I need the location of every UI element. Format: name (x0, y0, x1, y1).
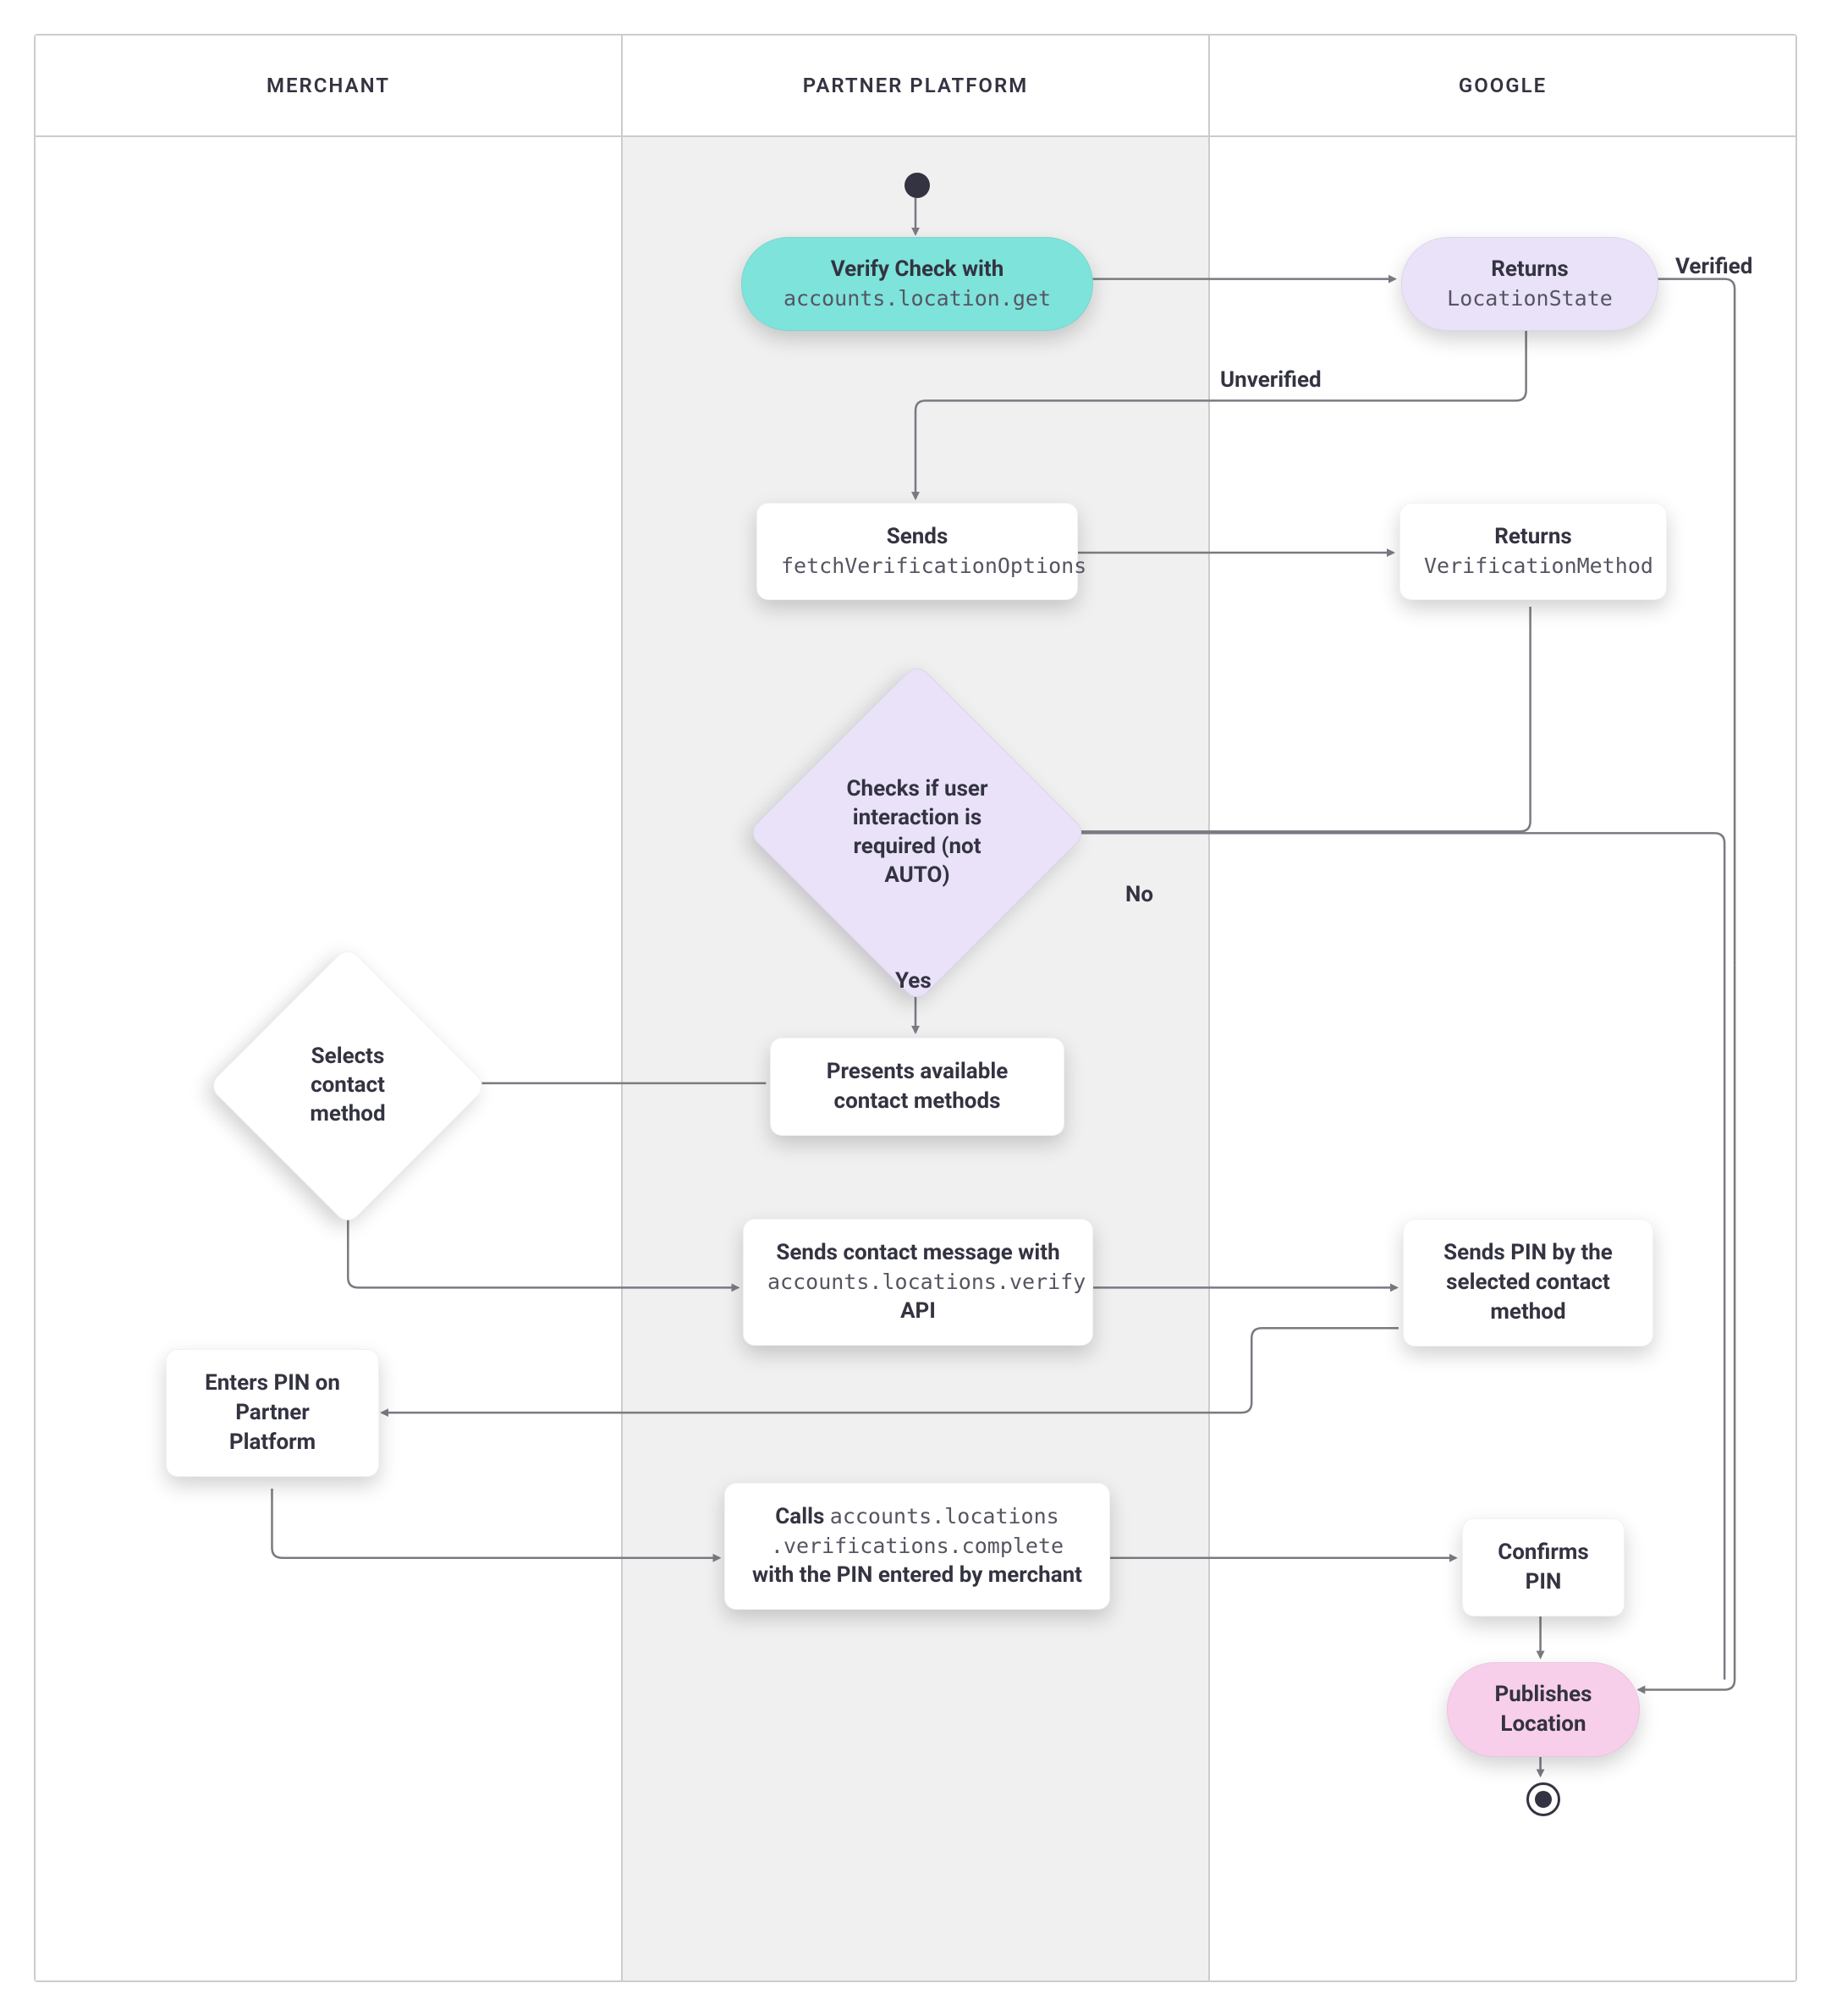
node-presents-methods: Presents available contact methods (770, 1038, 1064, 1136)
swimlane-diagram: MERCHANT PARTNER PLATFORM GOOGLE (34, 34, 1797, 1982)
edge-label-verified: Verified (1675, 254, 1752, 279)
edge-label-yes: Yes (895, 968, 932, 994)
lane-header-google: GOOGLE (1210, 36, 1795, 135)
header-row: MERCHANT PARTNER PLATFORM GOOGLE (36, 36, 1795, 137)
text-mono: accounts.location.get (779, 284, 1055, 313)
start-node (905, 173, 930, 198)
node-sends-pin: Sends PIN by the selected contact method (1403, 1219, 1653, 1347)
text: Enters PIN on Partner Platform (190, 1369, 355, 1457)
node-checks-interaction: Checks if user interaction is required (… (797, 713, 1037, 953)
node-returns-verificationmethod: Returns VerificationMethod (1399, 503, 1667, 600)
node-sends-fetch: Sends fetchVerificationOptions (756, 503, 1078, 600)
text3: with the PIN entered by merchant (749, 1561, 1086, 1590)
text: Publishes Location (1485, 1680, 1602, 1739)
text: Returns (1424, 522, 1642, 552)
text-mono: fetchVerificationOptions (781, 552, 1053, 581)
node-sends-contact: Sends contact message with accounts.loca… (743, 1219, 1093, 1346)
text: Checks if user interaction is required (… (797, 713, 1037, 953)
text: Selects contact method (249, 987, 447, 1185)
node-selects-contact: Selects contact method (249, 987, 447, 1185)
edge-label-unverified: Unverified (1220, 367, 1322, 393)
node-returns-locationstate: Returns LocationState (1401, 237, 1658, 331)
end-node (1526, 1782, 1560, 1816)
text: Sends (781, 522, 1053, 552)
text: Presents available contact methods (795, 1057, 1040, 1116)
node-publishes-location: Publishes Location (1447, 1662, 1640, 1757)
text-mono: accounts.locations.verify (767, 1268, 1069, 1297)
text1a: Calls (775, 1504, 830, 1529)
node-enters-pin: Enters PIN on Partner Platform (166, 1349, 379, 1477)
text2: API (767, 1297, 1069, 1326)
text-mono2: .verifications.complete (749, 1532, 1086, 1561)
node-confirms-pin: Confirms PIN (1462, 1518, 1625, 1617)
text1b: accounts.locations (830, 1504, 1059, 1529)
text-mono: LocationState (1439, 284, 1620, 313)
text: Returns (1439, 255, 1620, 284)
text: Sends PIN by the selected contact method (1427, 1238, 1629, 1327)
edge-label-no: No (1125, 882, 1153, 907)
lane-header-merchant: MERCHANT (36, 36, 623, 135)
text: Sends contact message with (767, 1238, 1069, 1268)
node-calls-complete: Calls accounts.locations .verifications.… (724, 1483, 1110, 1610)
text: Verify Check with (779, 255, 1055, 284)
text-mono: VerificationMethod (1424, 552, 1642, 581)
lane-header-partner: PARTNER PLATFORM (623, 36, 1210, 135)
node-verify-check: Verify Check with accounts.location.get (741, 237, 1093, 331)
text: Confirms PIN (1487, 1538, 1600, 1597)
